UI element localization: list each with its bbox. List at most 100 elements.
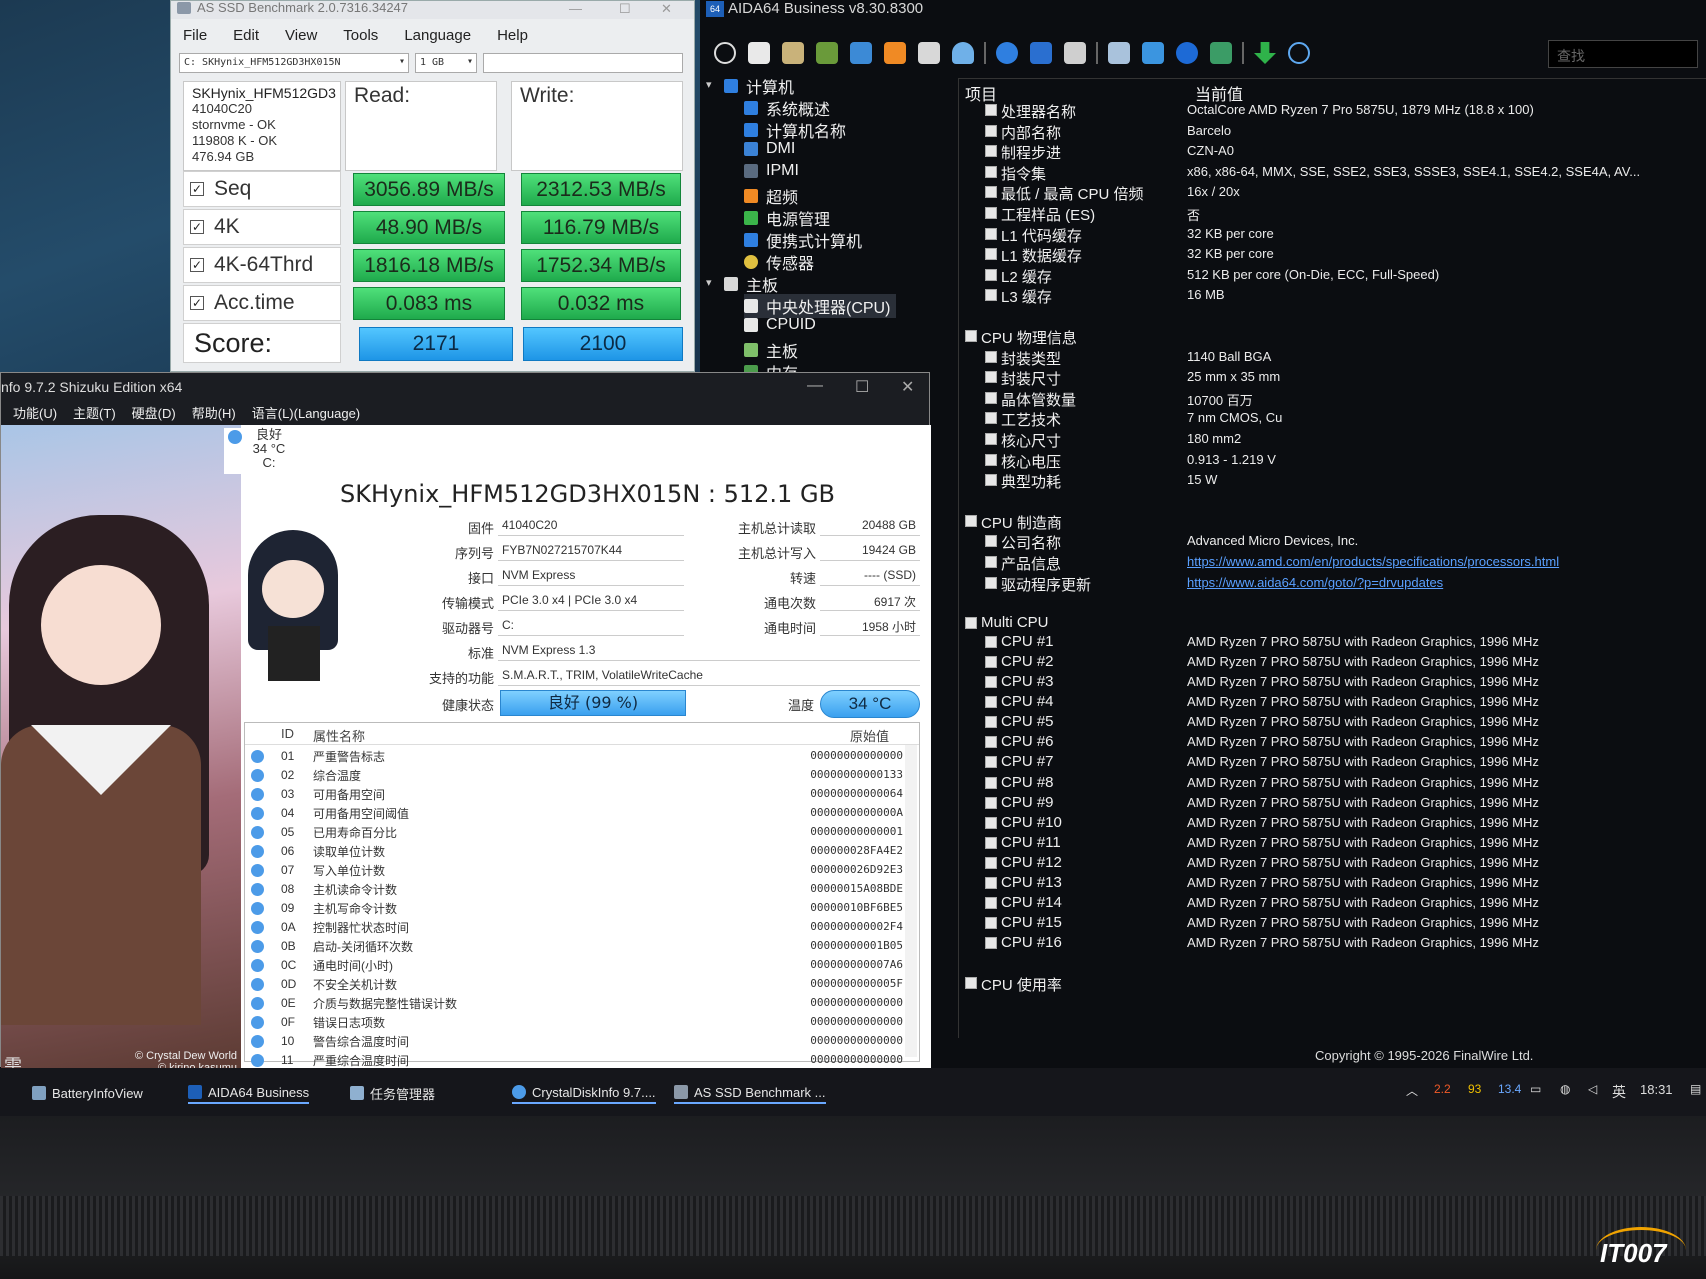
menu-file[interactable]: File (183, 27, 207, 49)
smart-row[interactable]: 08 主机读命令计数 00000015A08BDE (245, 880, 905, 899)
menu-theme[interactable]: 主题(T) (73, 403, 116, 425)
search-input[interactable]: 查找 (1548, 40, 1698, 68)
property-group[interactable]: Multi CPU (959, 614, 1706, 634)
tree-item-cpuid[interactable]: CPUID (744, 316, 816, 334)
property-row[interactable]: 最低 / 最高 CPU 倍频 16x / 20x (959, 183, 1706, 203)
smart-row[interactable]: 07 写入单位计数 000000026D92E3 (245, 861, 905, 880)
disk-status-button[interactable]: 良好 34 °C C: (224, 428, 314, 474)
scrollbar[interactable] (905, 745, 917, 1057)
property-row[interactable]: CPU #15 AMD Ryzen 7 PRO 5875U with Radeon… (959, 914, 1706, 934)
row-acctime-label[interactable]: ✓ Acc.time (183, 285, 341, 321)
property-row[interactable]: 工程样品 (ES) 否 (959, 204, 1706, 224)
document-icon[interactable] (1064, 42, 1086, 64)
smart-row[interactable]: 0E 介质与数据完整性错误计数 00000000000000 (245, 994, 905, 1013)
row-4k-label[interactable]: ✓ 4K (183, 209, 341, 245)
battery-icon[interactable]: ▭ (1530, 1082, 1541, 1096)
clock[interactable]: 18:31 (1640, 1082, 1673, 1097)
property-group[interactable]: CPU 制造商 (959, 512, 1706, 532)
tray-cpu-load[interactable]: 2.2 (1434, 1082, 1451, 1096)
smart-row[interactable]: 0C 通电时间(小时) 000000000007A6 (245, 956, 905, 975)
taskbar-item-task-manager[interactable]: 任务管理器 (350, 1082, 435, 1104)
property-row[interactable]: CPU #4 AMD Ryzen 7 PRO 5875U with Radeon … (959, 693, 1706, 713)
property-group[interactable]: CPU 物理信息 (959, 327, 1706, 347)
menu-edit[interactable]: Edit (233, 27, 259, 49)
database-icon[interactable] (1030, 42, 1052, 64)
checkbox-icon[interactable]: ✓ (190, 258, 204, 272)
taskbar-item-crystaldiskinfo[interactable]: CrystalDiskInfo 9.7.... (512, 1082, 656, 1104)
smart-row[interactable]: 0F 错误日志项数 00000000000000 (245, 1013, 905, 1032)
checkbox-icon[interactable]: ✓ (190, 220, 204, 234)
search-icon[interactable] (1288, 42, 1310, 64)
property-row[interactable]: 公司名称 Advanced Micro Devices, Inc. (959, 532, 1706, 552)
property-row[interactable]: 封装类型 1140 Ball BGA (959, 348, 1706, 368)
tree-item-motherboard[interactable]: 主板 (724, 272, 778, 296)
taskbar-item-batteryinfoview[interactable]: BatteryInfoView (32, 1082, 143, 1104)
property-row[interactable]: L1 数据缓存 32 KB per core (959, 245, 1706, 265)
property-row[interactable]: 内部名称 Barcelo (959, 122, 1706, 142)
property-row[interactable]: CPU #7 AMD Ryzen 7 PRO 5875U with Radeon … (959, 753, 1706, 773)
property-row[interactable]: 工艺技术 7 nm CMOS, Cu (959, 409, 1706, 429)
menu-tools[interactable]: Tools (343, 27, 378, 49)
property-row[interactable]: CPU #5 AMD Ryzen 7 PRO 5875U with Radeon … (959, 713, 1706, 733)
globe-icon[interactable]: ◍ (1560, 1082, 1570, 1096)
user-icon[interactable] (952, 42, 974, 64)
property-row[interactable]: 驱动程序更新 https://www.aida64.com/goto/?p=drv… (959, 574, 1706, 594)
property-row[interactable]: 产品信息 https://www.amd.com/en/products/spec… (959, 553, 1706, 573)
smart-row[interactable]: 10 警告综合温度时间 00000000000000 (245, 1032, 905, 1051)
property-link[interactable]: https://www.amd.com/en/products/specific… (1187, 554, 1559, 569)
clipboard-icon[interactable] (918, 42, 940, 64)
property-row[interactable]: CPU #9 AMD Ryzen 7 PRO 5875U with Radeon … (959, 794, 1706, 814)
col-raw-value[interactable]: 原始值 (850, 726, 889, 745)
row-seq-label[interactable]: ✓ Seq (183, 171, 341, 207)
checkbox-icon[interactable]: ✓ (190, 182, 204, 196)
tree-item-summary[interactable]: 系统概述 (744, 96, 830, 120)
taskbar-item-as-ssd[interactable]: AS SSD Benchmark ... (674, 1082, 826, 1104)
menu-function[interactable]: 功能(U) (13, 403, 57, 425)
tree-item-mainboard[interactable]: 主板 (744, 338, 798, 362)
tray-chevron-up-icon[interactable]: ︿ (1406, 1082, 1418, 1099)
maximize-icon[interactable]: ☐ (855, 377, 869, 397)
smart-row[interactable]: 03 可用备用空间 00000000000064 (245, 785, 905, 804)
smart-row[interactable]: 02 综合温度 00000000000133 (245, 766, 905, 785)
audit-icon[interactable] (1210, 42, 1232, 64)
property-row[interactable]: 典型功耗 15 W (959, 471, 1706, 491)
property-row[interactable]: CPU #8 AMD Ryzen 7 PRO 5875U with Radeon … (959, 774, 1706, 794)
property-row[interactable]: 指令集 x86, x86-64, MMX, SSE, SSE2, SSE3, SS… (959, 163, 1706, 183)
notification-icon[interactable]: ▤ (1690, 1082, 1701, 1096)
tray-gpu-load[interactable]: 93 (1468, 1082, 1481, 1096)
drive-select[interactable]: C: SKHynix_HFM512GD3HX015N ▾ (179, 53, 409, 73)
property-row[interactable]: CPU #1 AMD Ryzen 7 PRO 5875U with Radeon … (959, 633, 1706, 653)
property-row[interactable]: CPU #14 AMD Ryzen 7 PRO 5875U with Radeon… (959, 894, 1706, 914)
maximize-icon[interactable]: ☐ (619, 1, 631, 17)
download-arrow-icon[interactable] (1254, 42, 1276, 64)
property-row[interactable]: 处理器名称 OctalCore AMD Ryzen 7 Pro 5875U, 18… (959, 101, 1706, 121)
smart-row[interactable]: 06 读取单位计数 000000028FA4E2 (245, 842, 905, 861)
property-row[interactable]: 制程步进 CZN-A0 (959, 142, 1706, 162)
size-select[interactable]: 1 GB ▾ (415, 53, 477, 73)
taskbar-item-aida64[interactable]: AIDA64 Business (188, 1082, 310, 1104)
health-status-badge[interactable]: 良好 (99 %) (500, 690, 686, 716)
property-row[interactable]: CPU #2 AMD Ryzen 7 PRO 5875U with Radeon … (959, 653, 1706, 673)
tree-item-portable[interactable]: 便携式计算机 (744, 228, 862, 252)
smart-row[interactable]: 09 主机写命令计数 00000010BF6BE5 (245, 899, 905, 918)
property-row[interactable]: CPU #12 AMD Ryzen 7 PRO 5875U with Radeon… (959, 854, 1706, 874)
property-link[interactable]: https://www.aida64.com/goto/?p=drvupdate… (1187, 575, 1443, 590)
smart-row[interactable]: 04 可用备用空间阈值 0000000000000A (245, 804, 905, 823)
volume-icon[interactable]: ◁ (1588, 1082, 1597, 1096)
chart-icon[interactable] (996, 42, 1018, 64)
property-row[interactable]: L1 代码缓存 32 KB per core (959, 225, 1706, 245)
checkbox-icon[interactable]: ✓ (190, 296, 204, 310)
disk-icon[interactable] (782, 42, 804, 64)
update-icon[interactable] (1142, 42, 1164, 64)
refresh-icon[interactable] (714, 42, 736, 64)
smart-row[interactable]: 0A 控制器忙状态时间 000000000002F4 (245, 918, 905, 937)
property-row[interactable]: L2 缓存 512 KB per core (On-Die, ECC, Full-… (959, 266, 1706, 286)
tree-item-computer-name[interactable]: 计算机名称 (744, 118, 846, 142)
property-row[interactable]: CPU #3 AMD Ryzen 7 PRO 5875U with Radeon … (959, 673, 1706, 693)
menu-view[interactable]: View (285, 27, 317, 49)
close-icon[interactable]: ✕ (661, 1, 672, 17)
tree-item-computer[interactable]: 计算机 (724, 74, 794, 98)
flame-icon[interactable] (884, 42, 906, 64)
report-icon[interactable] (748, 42, 770, 64)
menu-help[interactable]: 帮助(H) (192, 403, 236, 425)
